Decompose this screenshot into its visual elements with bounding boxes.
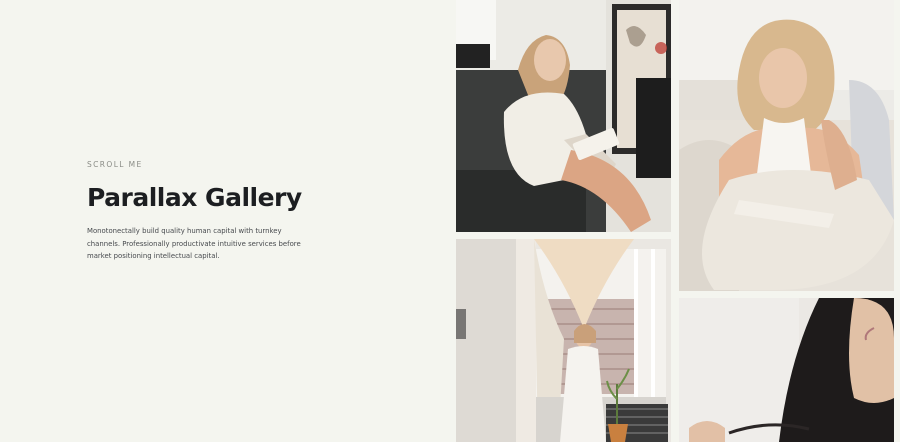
gallery-image-woman-lounging[interactable]: [679, 0, 894, 291]
gallery-image-woman-window[interactable]: [456, 239, 671, 442]
photo-woman-by-window-curtains: [456, 239, 671, 442]
photo-woman-dark-hair-closeup: [679, 298, 894, 442]
parallax-gallery: [0, 0, 900, 442]
gallery-image-woman-dark-hair[interactable]: [679, 298, 894, 442]
gallery-image-woman-reading[interactable]: [456, 0, 671, 232]
photo-woman-lounging-in-armchair: [679, 0, 894, 291]
photo-woman-reading-on-sofa: [456, 0, 671, 232]
